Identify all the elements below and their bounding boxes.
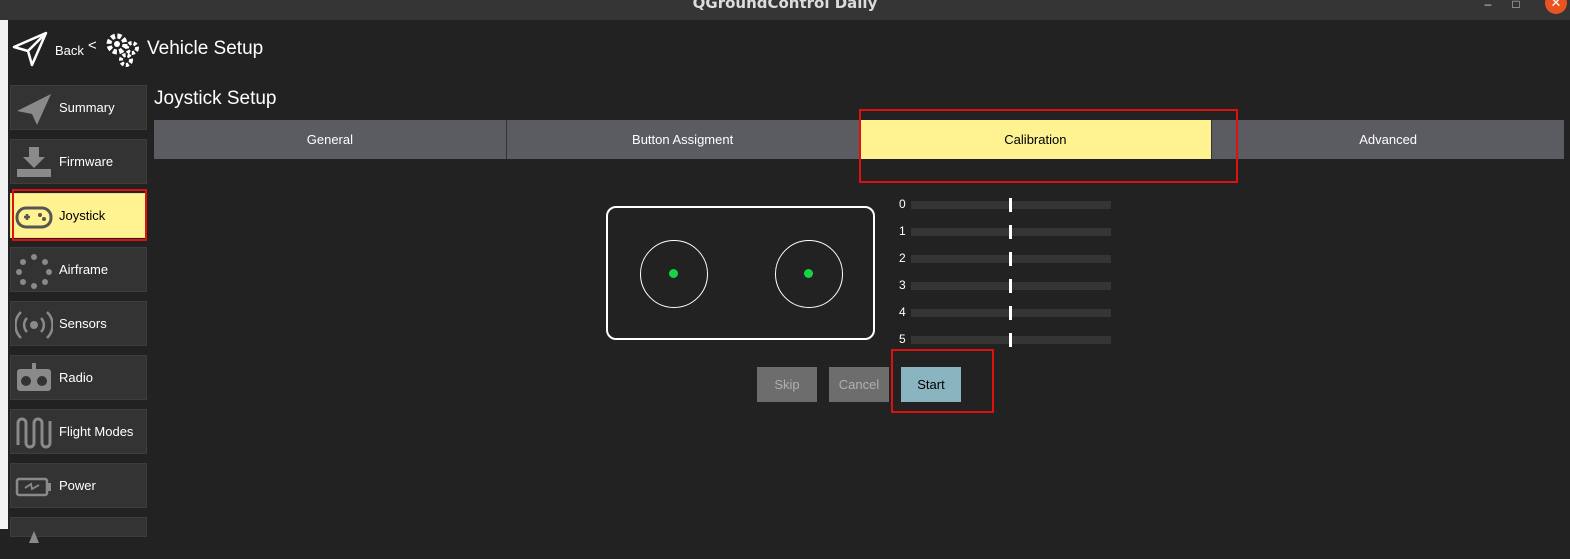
right-stick-position-dot	[804, 269, 813, 278]
axis-row: 2	[896, 251, 1111, 266]
flight-modes-icon	[15, 415, 53, 451]
axis-bar	[911, 225, 1111, 239]
sidebar-item-label: Summary	[59, 100, 115, 115]
sidebar-item-more[interactable]	[10, 517, 147, 543]
tab-calibration[interactable]: Calibration	[859, 120, 1213, 159]
cancel-button[interactable]: Cancel	[829, 367, 889, 402]
tab-advanced[interactable]: Advanced	[1212, 120, 1564, 159]
gears-icon	[104, 31, 144, 74]
tab-bar: General Button Assigment Calibration Adv…	[154, 120, 1564, 159]
axis-row: 5	[896, 332, 1111, 347]
axis-bar	[911, 279, 1111, 293]
left-stick	[640, 240, 708, 308]
tab-button-assignment[interactable]: Button Assigment	[506, 120, 860, 159]
joystick-diagram	[606, 206, 875, 340]
paper-plane-icon	[15, 91, 53, 127]
sidebar-item-label: Firmware	[59, 154, 114, 169]
window-titlebar: QGroundControl Daily – □ ✕	[0, 0, 1570, 20]
axis-row: 1	[896, 224, 1111, 239]
page-title: Joystick Setup	[154, 88, 277, 109]
axis-bar	[911, 333, 1111, 347]
axis-row: 0	[896, 197, 1111, 212]
battery-icon	[15, 469, 53, 505]
sidebar-item-power[interactable]: Power	[10, 463, 147, 508]
sidebar-item-label: Sensors	[59, 316, 107, 331]
axis-value-indicator	[1009, 225, 1012, 239]
sidebar-item-label: Flight Modes	[59, 424, 134, 439]
axis-value-indicator	[1009, 279, 1012, 293]
axis-label: 5	[899, 332, 906, 346]
sidebar-item-label: Power	[59, 478, 96, 493]
axis-value-indicator	[1009, 252, 1012, 266]
sidebar-item-flight-modes[interactable]: Flight Modes	[10, 409, 147, 454]
axis-bar	[911, 198, 1111, 212]
sidebar-item-label: Radio	[59, 370, 93, 385]
sidebar-item-label: Airframe	[59, 262, 109, 277]
sidebar-item-radio[interactable]: Radio	[10, 355, 147, 400]
axis-row: 3	[896, 278, 1111, 293]
skip-button[interactable]: Skip	[757, 367, 817, 402]
axis-bar	[911, 252, 1111, 266]
sidebar-item-joystick[interactable]: Joystick	[10, 193, 147, 238]
axis-bar	[911, 306, 1111, 320]
back-label: Back	[55, 43, 84, 58]
sidebar-item-sensors[interactable]: Sensors	[10, 301, 147, 346]
axis-label: 1	[899, 224, 906, 238]
sidebar-item-firmware[interactable]: Firmware	[10, 139, 147, 184]
download-icon	[15, 145, 53, 181]
paper-plane-icon	[12, 31, 48, 72]
maximize-button[interactable]: □	[1508, 0, 1524, 11]
minimize-button[interactable]: –	[1480, 0, 1496, 11]
sidebar-item-airframe[interactable]: Airframe	[10, 247, 147, 292]
start-button[interactable]: Start	[901, 367, 961, 402]
axis-label: 4	[899, 305, 906, 319]
axis-value-indicator	[1009, 333, 1012, 347]
right-stick	[775, 240, 843, 308]
airframe-icon	[15, 253, 53, 289]
axis-label: 3	[899, 278, 906, 292]
partial-icon	[15, 523, 53, 559]
sidebar-item-summary[interactable]: Summary	[10, 85, 147, 130]
axis-value-indicator	[1009, 198, 1012, 212]
tab-general[interactable]: General	[154, 120, 507, 159]
axis-label: 0	[899, 197, 906, 211]
gamepad-icon	[15, 199, 53, 235]
window-title: QGroundControl Daily	[692, 0, 878, 12]
back-button[interactable]: Back	[12, 31, 84, 72]
app-header: Back < Vehicle Setup	[8, 20, 1570, 82]
sensors-icon	[14, 307, 54, 343]
axis-label: 2	[899, 251, 906, 265]
main-panel: Joystick Setup General Button Assigment …	[148, 82, 1570, 529]
axis-row: 4	[896, 305, 1111, 320]
header-title: Vehicle Setup	[147, 38, 264, 59]
sidebar-item-label: Joystick	[59, 208, 106, 223]
breadcrumb-separator: <	[88, 37, 97, 54]
left-stick-position-dot	[669, 269, 678, 278]
axis-value-indicator	[1009, 306, 1012, 320]
radio-icon	[15, 361, 53, 397]
background-window-strip	[0, 20, 8, 529]
